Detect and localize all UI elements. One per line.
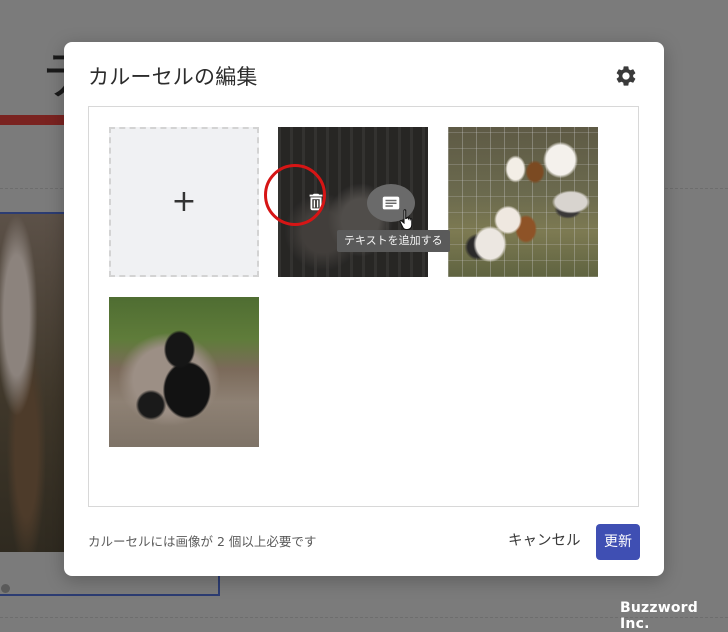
cancel-button[interactable]: キャンセル <box>498 527 591 555</box>
watermark-text: Buzzword Inc. <box>620 600 699 632</box>
update-button[interactable]: 更新 <box>596 524 640 560</box>
dialog-title: カルーセルの編集 <box>88 65 258 89</box>
carousel-image-tile[interactable] <box>448 127 598 277</box>
carousel-image-tile[interactable] <box>109 297 259 447</box>
plus-icon: + <box>171 184 197 219</box>
background-accent-bar <box>0 115 70 125</box>
carousel-image-grid: + <box>88 106 639 507</box>
black-lamb-photo <box>109 297 259 447</box>
background-divider-bottom <box>0 617 728 618</box>
trash-icon <box>309 193 323 211</box>
gear-icon <box>616 66 636 86</box>
minimum-images-note: カルーセルには画像が 2 個以上必要です <box>88 534 317 549</box>
settings-button[interactable] <box>614 64 638 88</box>
add-image-button[interactable]: + <box>109 127 259 277</box>
add-text-tooltip: テキストを追加する <box>337 230 450 252</box>
carousel-image-tile[interactable] <box>278 127 428 277</box>
edit-carousel-dialog: カルーセルの編集 + カルーセルには画像が 2 個以上必要です キャンセル 更新 <box>64 42 664 576</box>
background-resize-handle <box>1 584 10 593</box>
delete-image-button[interactable] <box>305 191 327 213</box>
guinea-pigs-photo <box>448 127 598 277</box>
hand-cursor-icon <box>398 208 418 232</box>
